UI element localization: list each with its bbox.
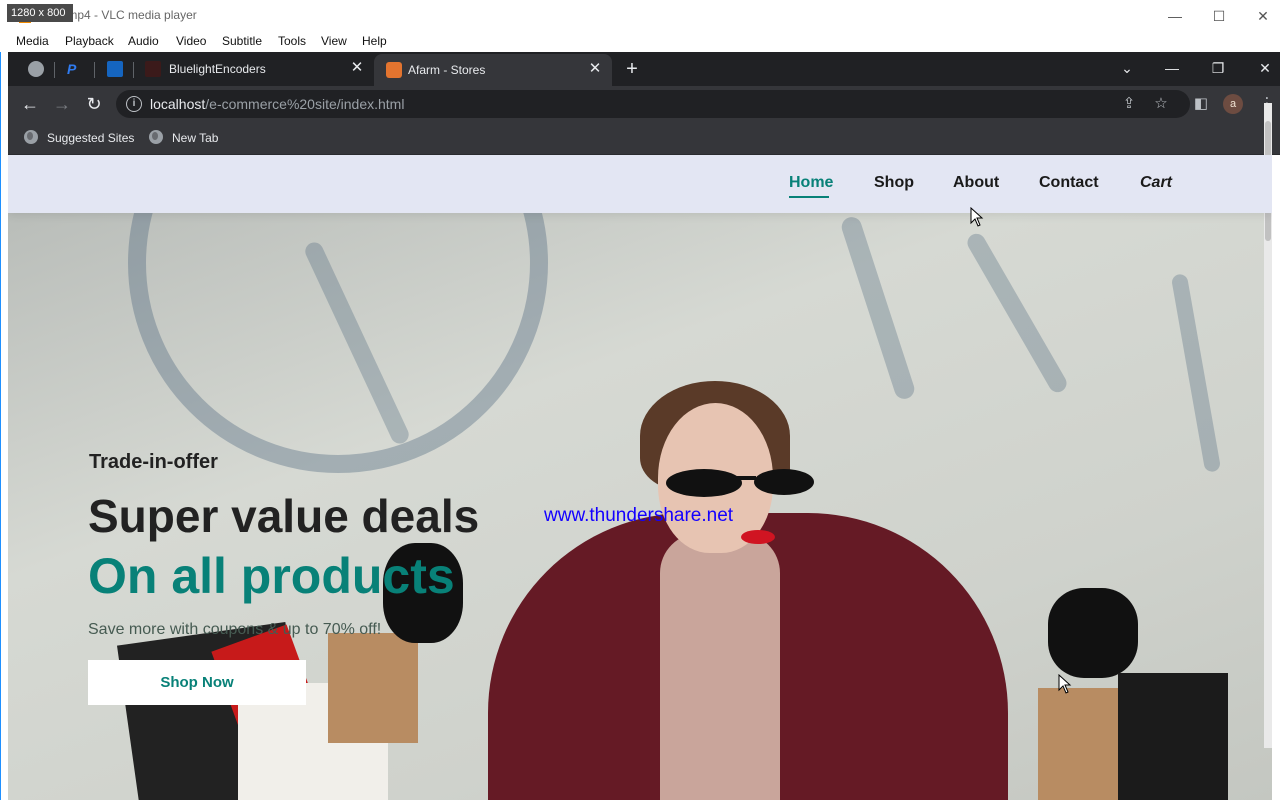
tab-bluelight-title[interactable]: BluelightEncoders xyxy=(169,62,266,76)
tab-separator xyxy=(94,62,95,78)
site-navbar: Home Shop About Contact Cart xyxy=(8,155,1272,213)
share-icon[interactable]: ⇪ xyxy=(1120,95,1138,113)
browser-restore-icon[interactable]: ❐ xyxy=(1204,58,1232,78)
xampp-icon xyxy=(386,62,402,78)
hero-subtext: Save more with coupons & up to 70% off! xyxy=(88,621,382,638)
globe-icon xyxy=(149,130,163,144)
tab-strip: P BluelightEncoders ✕ Afarm - Stores ✕ +… xyxy=(8,52,1280,86)
nav-shop[interactable]: Shop xyxy=(874,174,914,192)
side-panel-icon[interactable]: ◧ xyxy=(1192,95,1210,113)
sunglasses-illustration xyxy=(666,469,814,497)
tab-close-icon[interactable]: ✕ xyxy=(348,59,366,77)
menu-video[interactable]: Video xyxy=(176,34,206,48)
hero-background-shape xyxy=(964,230,1070,396)
minimize-icon[interactable]: — xyxy=(1160,6,1190,26)
bookmark-tab-icon[interactable] xyxy=(107,61,123,77)
paypal-icon[interactable]: P xyxy=(67,61,83,77)
shopping-bag-illustration xyxy=(1038,688,1128,800)
back-icon[interactable]: ← xyxy=(18,93,42,115)
bookmark-new-tab[interactable]: New Tab xyxy=(149,130,218,145)
reload-icon[interactable]: ↻ xyxy=(82,93,106,115)
vlc-menu-bar: Media Playback Audio Video Subtitle Tool… xyxy=(0,32,1280,52)
tab-afarm-stores[interactable]: Afarm - Stores ✕ xyxy=(374,54,612,86)
tab-separator xyxy=(54,62,55,78)
address-bar[interactable]: i localhost/e-commerce%20site/index.html… xyxy=(116,90,1190,118)
hero-headline-accent: On all products xyxy=(88,548,455,604)
site-info-icon[interactable]: i xyxy=(126,96,142,112)
tab-search-icon[interactable]: ⌄ xyxy=(1113,58,1141,78)
mouse-cursor-icon xyxy=(1058,674,1072,694)
mouse-cursor-icon xyxy=(970,207,984,227)
shop-now-button[interactable]: Shop Now xyxy=(88,660,306,705)
hero-background-shape xyxy=(1170,273,1222,473)
new-tab-button[interactable]: + xyxy=(620,57,644,81)
menu-help[interactable]: Help xyxy=(362,34,387,48)
hero-background-shape xyxy=(839,214,917,402)
menu-playback[interactable]: Playback xyxy=(65,34,114,48)
vlc-title-bar: shop.mp4 - VLC media player 1280 x 800 —… xyxy=(0,0,1280,32)
menu-subtitle[interactable]: Subtitle xyxy=(222,34,262,48)
nav-contact[interactable]: Contact xyxy=(1039,174,1099,192)
forward-icon[interactable]: → xyxy=(50,93,74,115)
menu-media[interactable]: Media xyxy=(16,34,49,48)
url-text[interactable]: localhost/e-commerce%20site/index.html xyxy=(150,96,404,112)
maximize-icon[interactable]: ☐ xyxy=(1204,6,1234,26)
nav-home[interactable]: Home xyxy=(789,174,833,198)
shopping-bag-illustration xyxy=(328,633,418,743)
close-icon[interactable]: ✕ xyxy=(1248,6,1278,26)
menu-view[interactable]: View xyxy=(321,34,347,48)
browser-minimize-icon[interactable]: — xyxy=(1158,58,1186,78)
browser-window: P BluelightEncoders ✕ Afarm - Stores ✕ +… xyxy=(8,52,1280,800)
hero-model-glove xyxy=(1048,588,1138,678)
hero-headline: Super value deals xyxy=(88,490,480,542)
browser-close-icon[interactable]: ✕ xyxy=(1251,58,1279,78)
video-frame-edge xyxy=(0,52,8,800)
globe-icon[interactable] xyxy=(28,61,44,77)
hero-model-turtleneck xyxy=(660,533,780,800)
tab-afarm-title: Afarm - Stores xyxy=(408,63,486,77)
star-icon[interactable]: ☆ xyxy=(1152,95,1170,113)
globe-icon xyxy=(24,130,38,144)
hero-model-lips xyxy=(741,530,775,544)
bookmark-suggested-sites[interactable]: Suggested Sites xyxy=(24,130,134,145)
nav-about[interactable]: About xyxy=(953,174,999,192)
hero-eyebrow: Trade-in-offer xyxy=(89,451,218,473)
menu-tools[interactable]: Tools xyxy=(278,34,306,48)
encoder-tab-icon xyxy=(145,61,161,77)
size-badge: 1280 x 800 xyxy=(7,4,73,22)
menu-audio[interactable]: Audio xyxy=(128,34,159,48)
watermark-text: www.thundershare.net xyxy=(544,505,734,526)
avatar[interactable]: a xyxy=(1223,94,1243,114)
shopping-bag-illustration xyxy=(1118,673,1228,800)
nav-cart[interactable]: Cart xyxy=(1140,174,1172,192)
web-page: Home Shop About Contact Cart Trade-in-of… xyxy=(8,155,1272,800)
tab-close-icon[interactable]: ✕ xyxy=(586,60,604,78)
bookmarks-bar: Suggested Sites New Tab xyxy=(8,122,1280,155)
browser-toolbar: ← → ↻ i localhost/e-commerce%20site/inde… xyxy=(8,86,1280,122)
tab-separator xyxy=(133,62,134,78)
